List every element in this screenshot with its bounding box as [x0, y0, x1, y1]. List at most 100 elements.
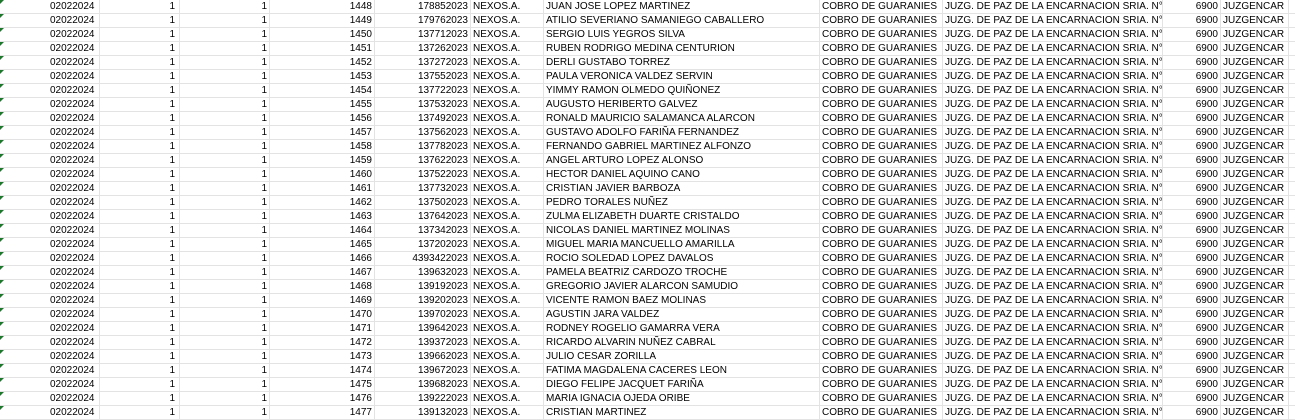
cell-type[interactable]: COBRO DE GUARANIES — [820, 266, 943, 280]
cell-code[interactable]: 6900 — [1163, 126, 1221, 140]
cell-number[interactable]: 1450 — [270, 28, 375, 42]
cell-name[interactable]: MIGUEL MARIA MANCUELLO AMARILLA — [544, 238, 820, 252]
cell-office[interactable]: JUZGENCAR — [1221, 98, 1289, 112]
error-indicator-icon[interactable] — [0, 0, 4, 4]
cell-col-b[interactable]: 1 — [180, 140, 270, 154]
cell-code[interactable]: 6900 — [1163, 350, 1221, 364]
cell-code[interactable]: 6900 — [1163, 0, 1221, 14]
cell-col-b[interactable]: 1 — [180, 182, 270, 196]
cell-col-a[interactable]: 1 — [100, 42, 180, 56]
cell-court[interactable]: JUZG. DE PAZ DE LA ENCARNACION SRIA. N° … — [943, 378, 1163, 392]
cell-court[interactable]: JUZG. DE PAZ DE LA ENCARNACION SRIA. N° … — [943, 280, 1163, 294]
cell-date[interactable]: 02022024 — [48, 322, 100, 336]
cell-type[interactable]: COBRO DE GUARANIES — [820, 252, 943, 266]
cell-type[interactable]: COBRO DE GUARANIES — [820, 210, 943, 224]
cell-name[interactable]: PAMELA BEATRIZ CARDOZO TROCHE — [544, 266, 820, 280]
error-indicator-icon[interactable] — [0, 378, 4, 382]
cell-name[interactable]: PAULA VERONICA VALDEZ SERVIN — [544, 70, 820, 84]
table-row[interactable]: 02022024 1 1 1461 137732023 NEXOS.A. CRISTIAN … — [0, 182, 1295, 196]
cell-office[interactable]: JUZGENCAR — [1221, 280, 1289, 294]
cell-office[interactable]: JUZGENCAR — [1221, 350, 1289, 364]
cell-company[interactable]: NEXOS.A. — [471, 266, 544, 280]
cell-code[interactable]: 6900 — [1163, 336, 1221, 350]
cell-code[interactable]: 6900 — [1163, 224, 1221, 238]
cell-name[interactable]: GREGORIO JAVIER ALARCON SAMUDIO — [544, 280, 820, 294]
cell-code[interactable]: 6900 — [1163, 70, 1221, 84]
cell-code[interactable]: 6900 — [1163, 280, 1221, 294]
cell-col-a[interactable]: 1 — [100, 28, 180, 42]
cell-date[interactable]: 02022024 — [48, 28, 100, 42]
cell-company[interactable]: NEXOS.A. — [471, 294, 544, 308]
cell-company[interactable]: NEXOS.A. — [471, 98, 544, 112]
error-indicator-icon[interactable] — [0, 14, 4, 18]
table-row[interactable]: 02022024 1 1 1464 137342023 NEXOS.A. NICOLAS D… — [0, 224, 1295, 238]
empty-cell[interactable] — [1289, 196, 1295, 210]
table-row[interactable]: 02022024 1 1 1459 137622023 NEXOS.A. ANGEL ART… — [0, 154, 1295, 168]
empty-cell[interactable] — [1289, 154, 1295, 168]
table-row[interactable]: 02022024 1 1 1471 139642023 NEXOS.A. RODNEY RO… — [0, 322, 1295, 336]
cell-type[interactable]: COBRO DE GUARANIES — [820, 28, 943, 42]
cell-company[interactable]: NEXOS.A. — [471, 280, 544, 294]
table-row[interactable]: 02022024 1 1 1449 179762023 NEXOS.A. ATILIO SE… — [0, 14, 1295, 28]
table-row[interactable]: 02022024 1 1 1460 137522023 NEXOS.A. HECTOR DA… — [0, 168, 1295, 182]
cell-amount[interactable]: 137492023 — [375, 112, 471, 126]
cell-amount[interactable]: 137722023 — [375, 84, 471, 98]
cell-name[interactable]: DIEGO FELIPE JACQUET FARIÑA — [544, 378, 820, 392]
empty-cell[interactable] — [1289, 252, 1295, 266]
cell-company[interactable]: NEXOS.A. — [471, 392, 544, 406]
cell-court[interactable]: JUZG. DE PAZ DE LA ENCARNACION SRIA. N° … — [943, 154, 1163, 168]
empty-cell[interactable] — [1289, 378, 1295, 392]
table-row[interactable]: 02022024 1 1 1455 137532023 NEXOS.A. AUGUSTO H… — [0, 98, 1295, 112]
cell-court[interactable]: JUZG. DE PAZ DE LA ENCARNACION SRIA. N° … — [943, 406, 1163, 420]
table-row[interactable]: 02022024 1 1 1462 137502023 NEXOS.A. PEDRO TOR… — [0, 196, 1295, 210]
cell-amount[interactable]: 139202023 — [375, 294, 471, 308]
cell-court[interactable]: JUZG. DE PAZ DE LA ENCARNACION SRIA. N° … — [943, 224, 1163, 238]
cell-col-b[interactable]: 1 — [180, 350, 270, 364]
cell-number[interactable]: 1469 — [270, 294, 375, 308]
cell-company[interactable]: NEXOS.A. — [471, 350, 544, 364]
cell-court[interactable]: JUZG. DE PAZ DE LA ENCARNACION SRIA. N° … — [943, 350, 1163, 364]
cell-number[interactable]: 1451 — [270, 42, 375, 56]
table-row[interactable]: 02022024 1 1 1452 137272023 NEXOS.A. DERLI GUS… — [0, 56, 1295, 70]
cell-court[interactable]: JUZG. DE PAZ DE LA ENCARNACION SRIA. N° … — [943, 308, 1163, 322]
cell-company[interactable]: NEXOS.A. — [471, 252, 544, 266]
cell-name[interactable]: AUGUSTO HERIBERTO GALVEZ — [544, 98, 820, 112]
cell-type[interactable]: COBRO DE GUARANIES — [820, 182, 943, 196]
table-row[interactable]: 02022024 1 1 1448 178852023 NEXOS.A. JUAN JOSE… — [0, 0, 1295, 14]
cell-name[interactable]: SERGIO LUIS YEGROS SILVA — [544, 28, 820, 42]
empty-cell[interactable] — [1289, 84, 1295, 98]
cell-court[interactable]: JUZG. DE PAZ DE LA ENCARNACION SRIA. N° … — [943, 364, 1163, 378]
cell-date[interactable]: 02022024 — [48, 70, 100, 84]
cell-amount[interactable]: 139662023 — [375, 350, 471, 364]
cell-office[interactable]: JUZGENCAR — [1221, 238, 1289, 252]
empty-cell[interactable] — [1289, 126, 1295, 140]
cell-company[interactable]: NEXOS.A. — [471, 224, 544, 238]
cell-office[interactable]: JUZGENCAR — [1221, 252, 1289, 266]
cell-office[interactable]: JUZGENCAR — [1221, 378, 1289, 392]
cell-number[interactable]: 1456 — [270, 112, 375, 126]
cell-type[interactable]: COBRO DE GUARANIES — [820, 336, 943, 350]
table-row[interactable]: 02022024 1 1 1468 139192023 NEXOS.A. GREGORIO … — [0, 280, 1295, 294]
table-row[interactable]: 02022024 1 1 1457 137562023 NEXOS.A. GUSTAVO A… — [0, 126, 1295, 140]
cell-col-a[interactable]: 1 — [100, 364, 180, 378]
cell-code[interactable]: 6900 — [1163, 42, 1221, 56]
cell-court[interactable]: JUZG. DE PAZ DE LA ENCARNACION SRIA. N° … — [943, 210, 1163, 224]
cell-amount[interactable]: 137552023 — [375, 70, 471, 84]
empty-cell[interactable] — [1289, 0, 1295, 14]
cell-name[interactable]: RICARDO ALVARIN NUÑEZ CABRAL — [544, 336, 820, 350]
error-indicator-icon[interactable] — [0, 224, 4, 228]
cell-col-a[interactable]: 1 — [100, 378, 180, 392]
cell-date[interactable]: 02022024 — [48, 238, 100, 252]
cell-company[interactable]: NEXOS.A. — [471, 112, 544, 126]
error-indicator-icon[interactable] — [0, 392, 4, 396]
cell-court[interactable]: JUZG. DE PAZ DE LA ENCARNACION SRIA. N° … — [943, 392, 1163, 406]
cell-amount[interactable]: 139192023 — [375, 280, 471, 294]
cell-date[interactable]: 02022024 — [48, 154, 100, 168]
cell-type[interactable]: COBRO DE GUARANIES — [820, 70, 943, 84]
empty-cell[interactable] — [1289, 322, 1295, 336]
cell-court[interactable]: JUZG. DE PAZ DE LA ENCARNACION SRIA. N° … — [943, 294, 1163, 308]
cell-name[interactable]: FERNANDO GABRIEL MARTINEZ ALFONZO — [544, 140, 820, 154]
table-row[interactable]: 02022024 1 1 1456 137492023 NEXOS.A. RONALD MA… — [0, 112, 1295, 126]
cell-number[interactable]: 1471 — [270, 322, 375, 336]
cell-col-b[interactable]: 1 — [180, 210, 270, 224]
